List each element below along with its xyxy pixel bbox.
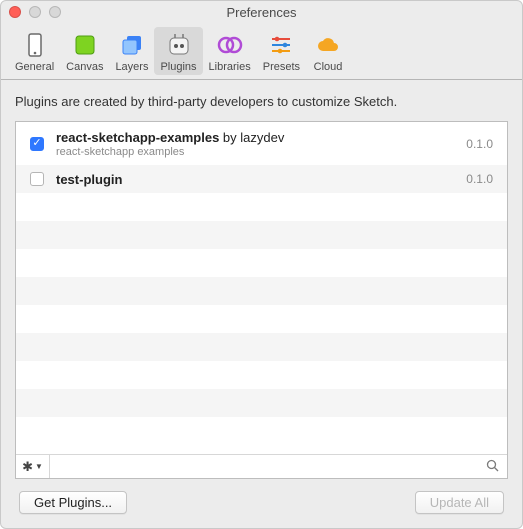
plugins-list: react-sketchapp-examples by lazydev reac…	[15, 121, 508, 479]
plugin-row[interactable]: test-plugin 0.1.0	[16, 165, 507, 193]
close-window-button[interactable]	[9, 6, 21, 18]
empty-row	[16, 361, 507, 389]
minimize-window-button[interactable]	[29, 6, 41, 18]
empty-row	[16, 305, 507, 333]
list-bottom-bar: ✱▼	[16, 454, 507, 478]
empty-row	[16, 417, 507, 445]
chevron-down-icon: ▼	[35, 462, 43, 471]
plugin-version: 0.1.0	[466, 137, 493, 151]
preferences-toolbar: General Canvas Layers Plugins Libraries	[1, 23, 522, 80]
empty-row	[16, 277, 507, 305]
layers-icon	[116, 29, 148, 61]
plugin-author: lazydev	[240, 130, 284, 145]
plugin-checkbox[interactable]	[30, 172, 44, 186]
empty-row	[16, 389, 507, 417]
tab-label: Presets	[263, 61, 300, 73]
presets-icon	[265, 29, 297, 61]
tab-label: General	[15, 61, 54, 73]
plugin-author-prefix: by	[219, 130, 240, 145]
traffic-lights	[9, 6, 61, 18]
tab-label: Cloud	[314, 61, 343, 73]
tab-cloud[interactable]: Cloud	[306, 27, 350, 75]
tab-label: Canvas	[66, 61, 103, 73]
tab-plugins[interactable]: Plugins	[154, 27, 202, 75]
plugin-title: react-sketchapp-examples by lazydev	[56, 130, 458, 145]
tab-label: Layers	[115, 61, 148, 73]
empty-row	[16, 333, 507, 361]
tab-label: Plugins	[160, 61, 196, 73]
content-area: Plugins are created by third-party devel…	[1, 80, 522, 528]
tab-canvas[interactable]: Canvas	[60, 27, 109, 75]
canvas-icon	[69, 29, 101, 61]
window-title: Preferences	[1, 5, 522, 20]
plugin-info: test-plugin	[56, 172, 458, 187]
cloud-icon	[312, 29, 344, 61]
plugins-icon	[163, 29, 195, 61]
footer-buttons: Get Plugins... Update All	[15, 479, 508, 514]
plugin-checkbox[interactable]	[30, 137, 44, 151]
tab-label: Libraries	[209, 61, 251, 73]
get-plugins-button[interactable]: Get Plugins...	[19, 491, 127, 514]
search-field[interactable]	[50, 455, 507, 478]
titlebar: Preferences	[1, 1, 522, 23]
plugin-title: test-plugin	[56, 172, 458, 187]
tab-presets[interactable]: Presets	[257, 27, 306, 75]
update-all-button[interactable]: Update All	[415, 491, 504, 514]
plugin-row[interactable]: react-sketchapp-examples by lazydev reac…	[16, 122, 507, 165]
gear-menu-button[interactable]: ✱▼	[16, 455, 50, 478]
gear-icon: ✱	[22, 459, 33, 475]
plugin-name: test-plugin	[56, 172, 122, 187]
plugin-name: react-sketchapp-examples	[56, 130, 219, 145]
plugins-rows: react-sketchapp-examples by lazydev reac…	[16, 122, 507, 454]
tab-layers[interactable]: Layers	[109, 27, 154, 75]
tab-libraries[interactable]: Libraries	[203, 27, 257, 75]
plugin-info: react-sketchapp-examples by lazydev reac…	[56, 130, 458, 158]
zoom-window-button[interactable]	[49, 6, 61, 18]
plugins-description: Plugins are created by third-party devel…	[15, 94, 508, 109]
empty-row	[16, 193, 507, 221]
plugin-subtitle: react-sketchapp examples	[56, 146, 458, 158]
tab-general[interactable]: General	[9, 27, 60, 75]
plugin-version: 0.1.0	[466, 172, 493, 186]
empty-row	[16, 249, 507, 277]
empty-row	[16, 221, 507, 249]
preferences-window: Preferences General Canvas Layers Plug	[0, 0, 523, 529]
libraries-icon	[214, 29, 246, 61]
general-icon	[19, 29, 51, 61]
search-icon	[486, 459, 499, 475]
